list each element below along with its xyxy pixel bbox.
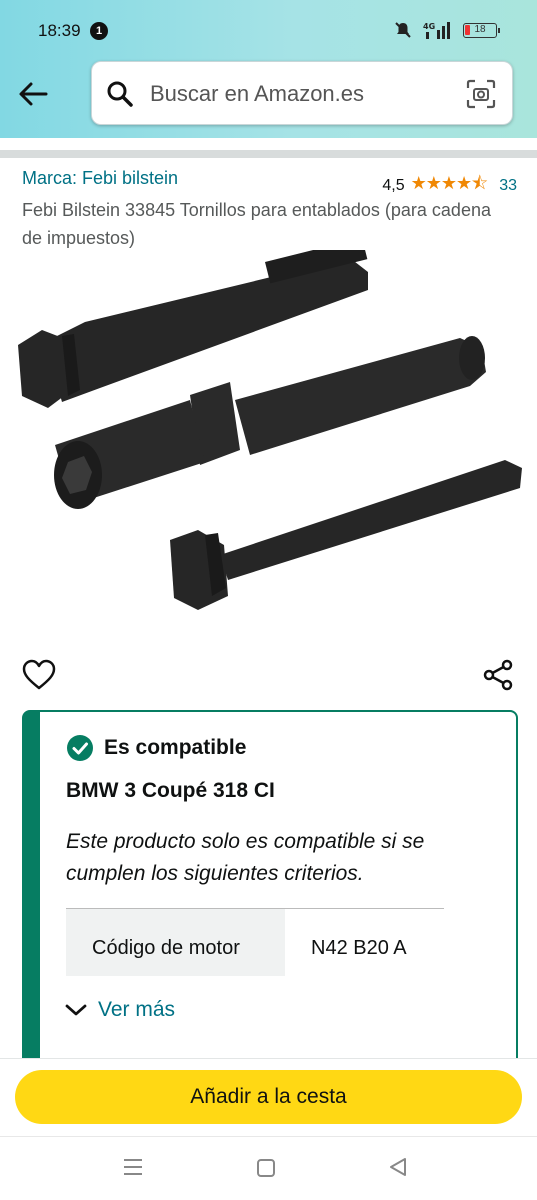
product-title: Febi Bilstein 33845 Tornillos para entab… [22, 200, 491, 248]
battery-level: 18 [474, 23, 486, 35]
heart-icon[interactable] [22, 659, 56, 691]
criteria-key: Código de motor [66, 909, 285, 976]
svg-text:4G: 4G [423, 22, 435, 31]
compatibility-card: Es compatible BMW 3 Coupé 318 CI Este pr… [22, 710, 518, 1070]
compatibility-note: Este producto solo es compatible si se c… [66, 830, 425, 885]
chevron-down-icon [65, 1004, 87, 1016]
mute-icon [395, 22, 411, 38]
product-image[interactable] [0, 250, 537, 630]
criteria-value: N42 B20 A [311, 937, 407, 959]
status-icons: 4G 18 [393, 20, 500, 40]
search-bar[interactable]: Buscar en Amazon.es [91, 61, 513, 125]
back-arrow-icon[interactable] [16, 76, 52, 112]
notification-badge: 1 [90, 22, 108, 40]
bolt-bottom [170, 460, 522, 610]
brand-link[interactable]: Marca: Febi bilstein [22, 168, 178, 189]
add-to-cart-button[interactable]: Añadir a la cesta [15, 1070, 522, 1124]
check-circle-icon [67, 735, 93, 761]
search-input[interactable]: Buscar en Amazon.es [150, 81, 364, 107]
status-bar: 18:39 1 4G 18 [0, 0, 537, 62]
camera-search-icon[interactable] [466, 79, 496, 109]
header-divider [0, 150, 537, 158]
app-header: 18:39 1 4G 18 Buscar en Amazon.es [0, 0, 537, 138]
battery-icon: 18 [463, 22, 500, 38]
system-nav-bar [0, 1136, 537, 1200]
see-more-button[interactable]: Ver más [64, 998, 175, 1022]
vehicle-name: BMW 3 Coupé 318 CI [66, 779, 275, 802]
see-more-label: Ver más [98, 998, 176, 1021]
back-triangle-icon[interactable] [388, 1157, 408, 1177]
compatibility-status: Es compatible [104, 736, 247, 759]
status-time: 18:39 [38, 21, 81, 40]
search-icon [107, 81, 133, 107]
rating-value: 4,5 [382, 177, 405, 194]
signal-icon: 4G [423, 22, 450, 39]
share-icon[interactable] [483, 659, 513, 691]
criteria-table: Código de motor N42 B20 A [66, 908, 444, 976]
home-icon[interactable] [256, 1158, 276, 1178]
recent-apps-icon[interactable] [122, 1157, 144, 1177]
rating-count[interactable]: 33 [499, 177, 517, 195]
